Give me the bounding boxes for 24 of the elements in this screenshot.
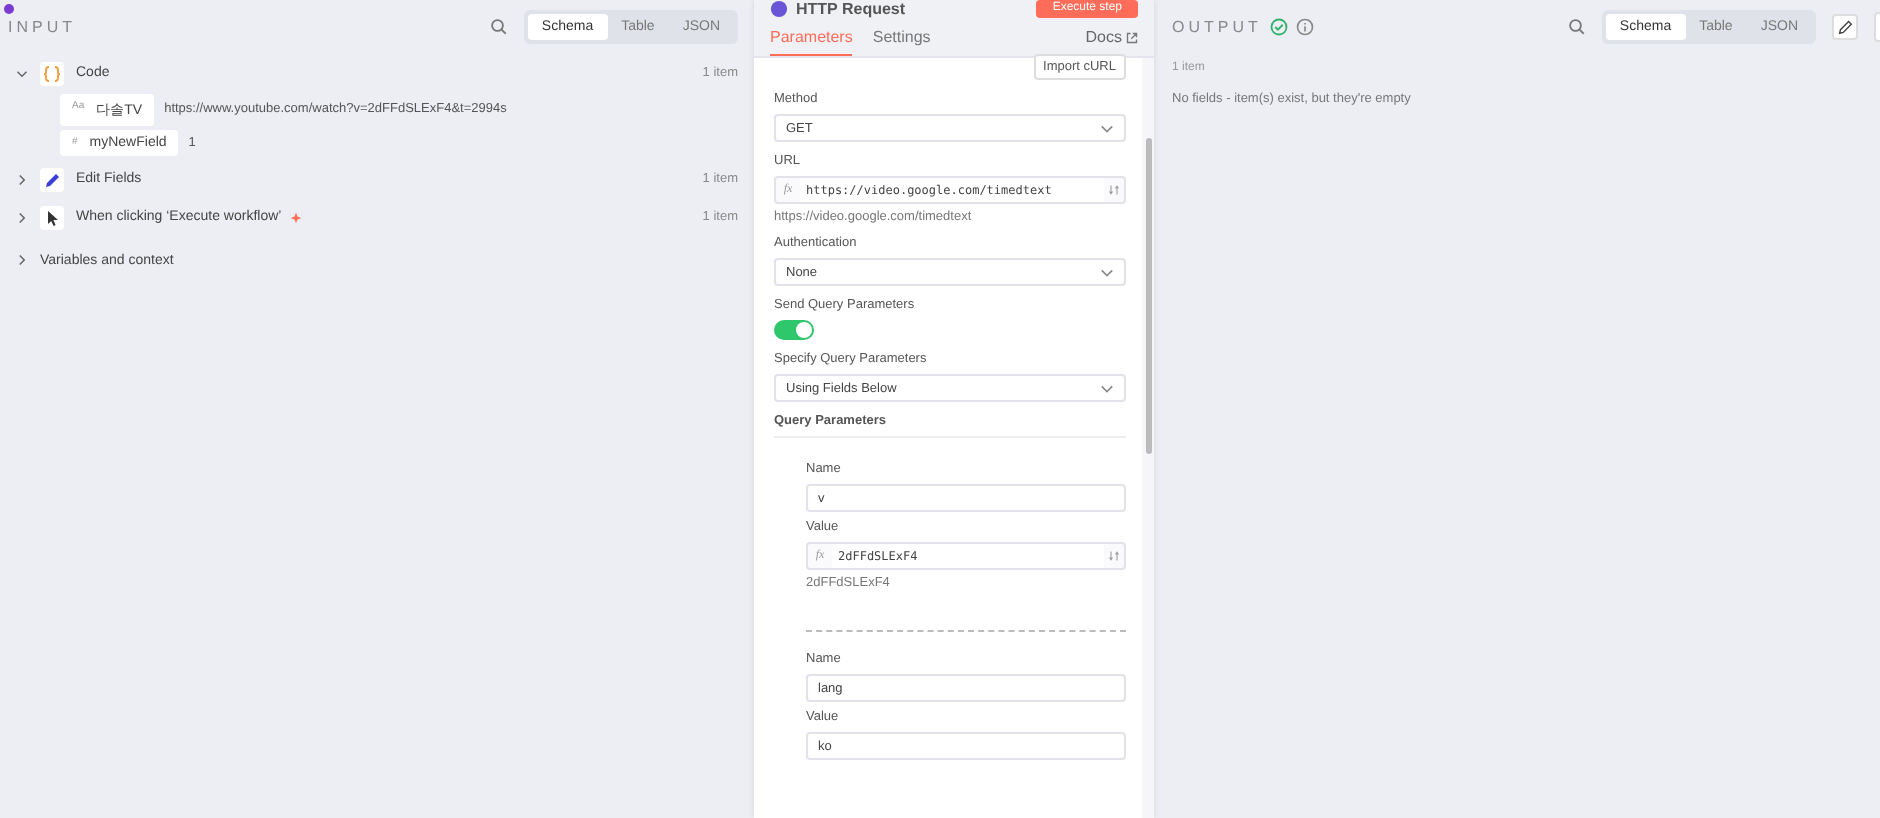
chevron-icon[interactable]: [16, 173, 28, 185]
chevron-icon[interactable]: [16, 211, 28, 223]
external-link-icon: [1126, 31, 1138, 43]
expand-icon[interactable]: [1108, 550, 1120, 562]
search-icon[interactable]: [1567, 18, 1586, 36]
panel-title: OUTPUT: [1172, 18, 1262, 36]
pen-icon: [40, 167, 64, 191]
toggle-switch[interactable]: [774, 320, 814, 340]
docs-link[interactable]: Docs: [1085, 28, 1138, 46]
chevron-down-icon: [1100, 265, 1114, 279]
node-title: HTTP Request: [770, 0, 906, 18]
chevron-down-icon: [1100, 121, 1114, 135]
status-dot: [4, 4, 14, 14]
chevron-icon[interactable]: [16, 254, 28, 266]
pointer-icon: [40, 205, 64, 229]
chevron-down-icon: [1100, 381, 1114, 395]
info-icon[interactable]: [1295, 18, 1314, 36]
search-icon[interactable]: [489, 18, 508, 36]
chevron-icon[interactable]: [16, 67, 28, 79]
panel-tab[interactable]: Settings: [872, 19, 931, 55]
expand-icon[interactable]: [1108, 184, 1120, 196]
edit-button[interactable]: [1832, 14, 1858, 40]
panel-title: INPUT: [8, 18, 76, 36]
braces-icon: [40, 61, 64, 85]
